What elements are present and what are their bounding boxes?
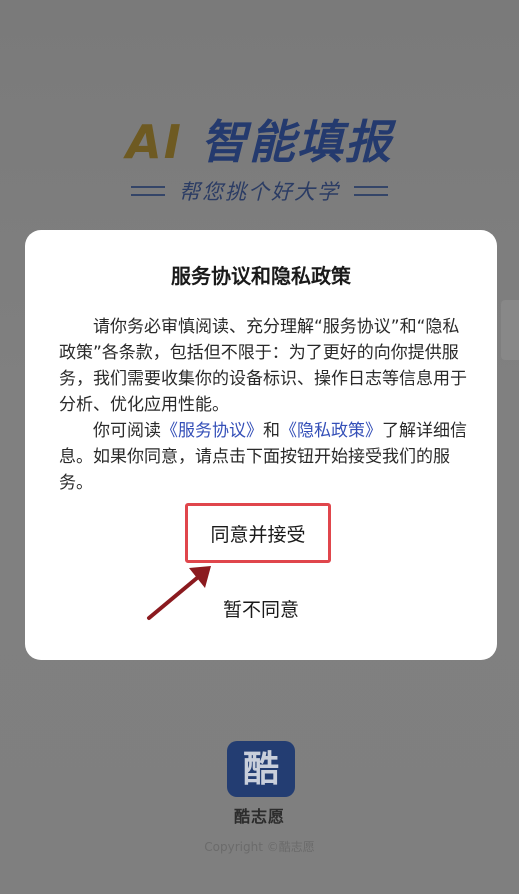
decline-button[interactable]: 暂不同意	[185, 595, 337, 625]
logo-ai-text: AI	[126, 115, 183, 169]
background-decoration	[501, 300, 519, 360]
slogan-row: 帮您挑个好大学	[0, 176, 519, 206]
slogan-text: 帮您挑个好大学	[179, 180, 340, 204]
agree-button[interactable]: 同意并接受	[185, 503, 331, 563]
dialog-paragraph-1: 请你务必审慎阅读、充分理解“服务协议”和“隐私政策”各条款，包括但不限于：为了更…	[59, 317, 467, 415]
logo-title-text: 智能填报	[200, 115, 393, 169]
dialog-body: 请你务必审慎阅读、充分理解“服务协议”和“隐私政策”各条款，包括但不限于：为了更…	[59, 314, 469, 496]
privacy-dialog: 服务协议和隐私政策 请你务必审慎阅读、充分理解“服务协议”和“隐私政策”各条款，…	[25, 230, 497, 660]
dialog-title: 服务协议和隐私政策	[171, 264, 351, 288]
app-name: 酷志愿	[233, 807, 285, 826]
double-line-icon	[354, 186, 388, 196]
dialog-paragraph-2: 你可阅读《服务协议》和《隐私政策》了解详细信息。如果你同意，请点击下面按钮开始接…	[59, 418, 469, 496]
double-line-icon	[131, 186, 165, 196]
para2-and: 和	[263, 421, 280, 441]
app-logo-glyph: 酷	[242, 748, 279, 790]
copyright-text: Copyright ©酷志愿	[204, 840, 315, 854]
service-agreement-link[interactable]: 《服务协议》	[161, 421, 263, 441]
app-logo: 酷	[227, 741, 295, 797]
agree-button-label: 同意并接受	[210, 523, 306, 546]
para2-prefix: 你可阅读	[93, 421, 161, 441]
privacy-policy-link[interactable]: 《隐私政策》	[280, 421, 382, 441]
splash-logo-title: AI 智能填报	[0, 112, 519, 172]
